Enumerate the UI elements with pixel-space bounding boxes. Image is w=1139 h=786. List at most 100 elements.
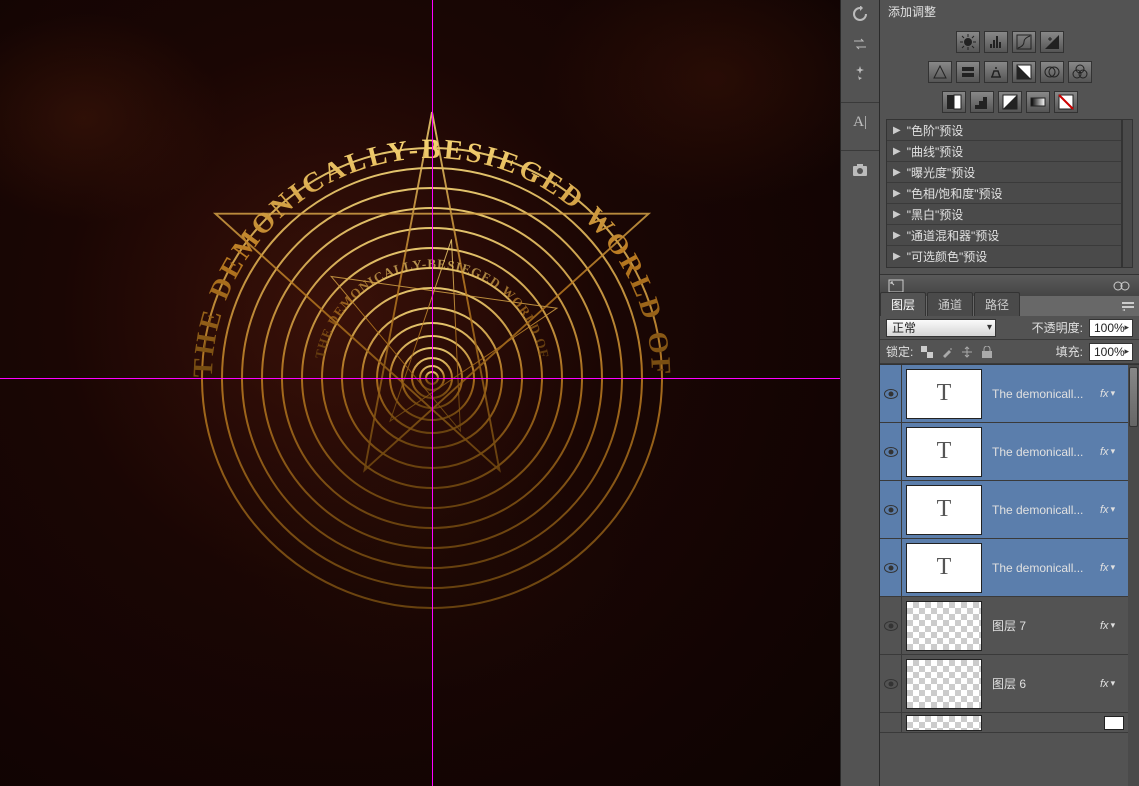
layer-row[interactable]: T The demonicall...fx▾ xyxy=(880,365,1128,423)
hue-saturation-icon[interactable] xyxy=(956,61,980,83)
layer-effects-indicator[interactable]: fx▾ xyxy=(1100,562,1128,574)
exposure-icon[interactable] xyxy=(1040,31,1064,53)
layer-name[interactable]: 图层 6 xyxy=(986,675,1100,692)
preset-label: "通道混和器"预设 xyxy=(907,227,1000,244)
preset-item[interactable]: ▶"通道混和器"预设 xyxy=(887,225,1121,246)
eye-icon xyxy=(884,563,898,573)
layer-thumbnail[interactable] xyxy=(906,659,982,709)
camera-panel-icon[interactable] xyxy=(846,159,874,181)
vibrance-icon[interactable] xyxy=(928,61,952,83)
lock-position-icon[interactable] xyxy=(959,344,975,360)
lock-pixels-icon[interactable] xyxy=(939,344,955,360)
preset-item[interactable]: ▶"曲线"预设 xyxy=(887,141,1121,162)
preset-item[interactable]: ▶"色阶"预设 xyxy=(887,120,1121,141)
layer-mask-thumbnail[interactable] xyxy=(1104,716,1124,730)
chevron-down-icon: ▾ xyxy=(1111,504,1116,515)
swap-panel-icon[interactable] xyxy=(846,33,874,55)
blend-mode-dropdown[interactable]: 正常 xyxy=(886,319,996,337)
eye-icon xyxy=(884,621,898,631)
guide-horizontal[interactable] xyxy=(0,378,840,379)
layers-panel: 图层 通道 路径 正常 不透明度: 100% 锁定: 填充: 100% xyxy=(880,296,1139,786)
adjustments-panel: 添加调整 xyxy=(880,0,1139,296)
selective-color-icon[interactable] xyxy=(1054,91,1078,113)
layer-thumbnail[interactable]: T xyxy=(906,543,982,593)
chevron-right-icon: ▶ xyxy=(893,188,901,199)
levels-icon[interactable] xyxy=(984,31,1008,53)
fill-label: 填充: xyxy=(1056,343,1083,360)
layer-row[interactable]: 图层 7fx▾ xyxy=(880,597,1128,655)
preset-item[interactable]: ▶"曝光度"预设 xyxy=(887,162,1121,183)
preset-item[interactable]: ▶"黑白"预设 xyxy=(887,204,1121,225)
history-panel-icon[interactable] xyxy=(846,3,874,25)
lock-all-icon[interactable] xyxy=(979,344,995,360)
tab-layers[interactable]: 图层 xyxy=(880,292,926,316)
brightness-contrast-icon[interactable] xyxy=(956,31,980,53)
visibility-toggle[interactable] xyxy=(880,713,902,732)
layer-effects-indicator[interactable]: fx▾ xyxy=(1100,446,1128,458)
layer-thumbnail[interactable] xyxy=(906,601,982,651)
layer-thumbnail[interactable]: T xyxy=(906,485,982,535)
preset-item[interactable]: ▶ "色相/饱和度"预设 xyxy=(887,183,1121,204)
fill-input[interactable]: 100% xyxy=(1089,343,1133,361)
preset-label: "色相/饱和度"预设 xyxy=(907,185,1003,202)
tab-channels[interactable]: 通道 xyxy=(927,292,973,316)
layer-row[interactable]: T The demonicall...fx▾ xyxy=(880,539,1128,597)
expand-view-icon[interactable] xyxy=(888,279,904,293)
layer-thumbnail[interactable]: T xyxy=(906,427,982,477)
chevron-down-icon: ▾ xyxy=(1111,562,1116,573)
curves-icon[interactable] xyxy=(1012,31,1036,53)
eye-icon xyxy=(884,679,898,689)
layer-name[interactable]: The demonicall... xyxy=(986,387,1100,401)
layer-row[interactable]: T The demonicall...fx▾ xyxy=(880,423,1128,481)
chevron-right-icon: ▶ xyxy=(893,251,901,262)
character-panel-icon[interactable]: A| xyxy=(846,111,874,133)
tab-paths[interactable]: 路径 xyxy=(974,292,1020,316)
black-white-icon[interactable] xyxy=(1012,61,1036,83)
layer-effects-indicator[interactable]: fx▾ xyxy=(1100,388,1128,400)
posterize-icon[interactable] xyxy=(970,91,994,113)
layers-list[interactable]: TThe demonicall...fx▾TThe demonicall...f… xyxy=(880,364,1139,786)
visibility-toggle[interactable] xyxy=(880,423,902,480)
layer-effects-indicator[interactable]: fx▾ xyxy=(1100,678,1128,690)
visibility-toggle[interactable] xyxy=(880,655,902,712)
gradient-map-icon[interactable] xyxy=(1026,91,1050,113)
layer-row[interactable]: T The demonicall...fx▾ xyxy=(880,481,1128,539)
eye-icon xyxy=(884,447,898,457)
guide-vertical[interactable] xyxy=(432,0,433,786)
photo-filter-icon[interactable] xyxy=(1040,61,1064,83)
layer-name[interactable]: The demonicall... xyxy=(986,503,1100,517)
chevron-right-icon: ▶ xyxy=(893,146,901,157)
visibility-toggle[interactable] xyxy=(880,481,902,538)
layer-name[interactable]: The demonicall... xyxy=(986,445,1100,459)
lock-label: 锁定: xyxy=(886,343,913,360)
layer-row[interactable]: 图层 6fx▾ xyxy=(880,655,1128,713)
visibility-toggle[interactable] xyxy=(880,365,902,422)
visibility-toggle[interactable] xyxy=(880,539,902,596)
panel-menu-icon[interactable] xyxy=(1121,299,1135,313)
layer-name[interactable]: 图层 7 xyxy=(986,617,1100,634)
adjustments-title: 添加调整 xyxy=(880,0,1139,23)
preset-label: "曝光度"预设 xyxy=(907,164,976,181)
layer-effects-indicator[interactable]: fx▾ xyxy=(1100,504,1128,516)
color-balance-icon[interactable] xyxy=(984,61,1008,83)
canvas-area[interactable]: THE DEMONICALLY-BESIEGED WORLD OF THE DE… xyxy=(0,0,840,786)
visibility-toggle[interactable] xyxy=(880,597,902,654)
layer-effects-indicator[interactable]: fx▾ xyxy=(1100,620,1128,632)
layers-scrollbar-track[interactable] xyxy=(1128,365,1139,786)
invert-icon[interactable] xyxy=(942,91,966,113)
adjustments-clip-icon[interactable] xyxy=(1113,279,1131,293)
lock-transparency-icon[interactable] xyxy=(919,344,935,360)
layer-thumbnail[interactable] xyxy=(906,715,982,731)
preset-scrollbar[interactable] xyxy=(1122,120,1132,267)
channel-mixer-icon[interactable] xyxy=(1068,61,1092,83)
wand-panel-icon[interactable] xyxy=(846,63,874,85)
layer-row[interactable] xyxy=(880,713,1128,733)
layer-name[interactable]: The demonicall... xyxy=(986,561,1100,575)
opacity-input[interactable]: 100% xyxy=(1089,319,1133,337)
right-panel-dock: 添加调整 xyxy=(880,0,1139,786)
preset-item[interactable]: ▶"可选颜色"预设 xyxy=(887,246,1121,267)
preset-label: "色阶"预设 xyxy=(907,122,964,139)
threshold-icon[interactable] xyxy=(998,91,1022,113)
layers-scrollbar-thumb[interactable] xyxy=(1129,367,1138,427)
layer-thumbnail[interactable]: T xyxy=(906,369,982,419)
